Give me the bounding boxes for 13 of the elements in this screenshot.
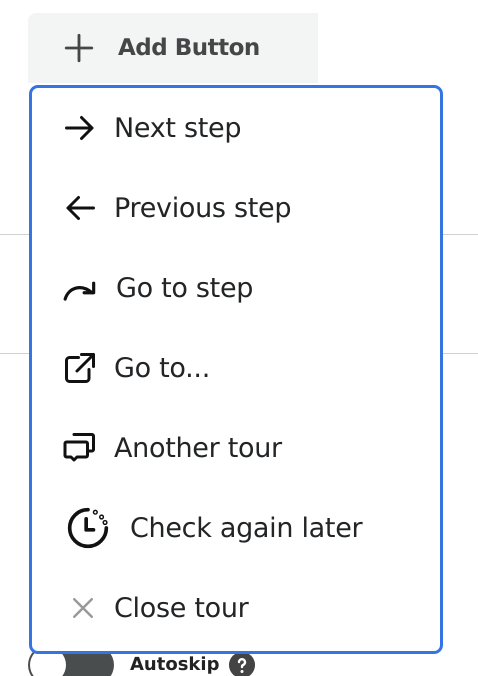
clock-icon: [66, 506, 110, 550]
add-button[interactable]: Add Button: [28, 13, 318, 83]
menu-item[interactable]: Previous step: [62, 168, 292, 248]
help-icon[interactable]: [229, 652, 256, 676]
menu-item[interactable]: Check again later: [62, 488, 362, 568]
autoskip-label: Autoskip: [130, 655, 220, 675]
menu-item[interactable]: Go to...: [62, 328, 210, 408]
external-link-icon: [62, 350, 98, 386]
menu-item[interactable]: Go to step: [62, 248, 254, 328]
menu-item[interactable]: Next step: [62, 88, 242, 168]
plus-icon: [62, 31, 96, 65]
menu-item[interactable]: Close tour: [62, 568, 248, 648]
menu-item[interactable]: Another tour: [62, 408, 282, 488]
